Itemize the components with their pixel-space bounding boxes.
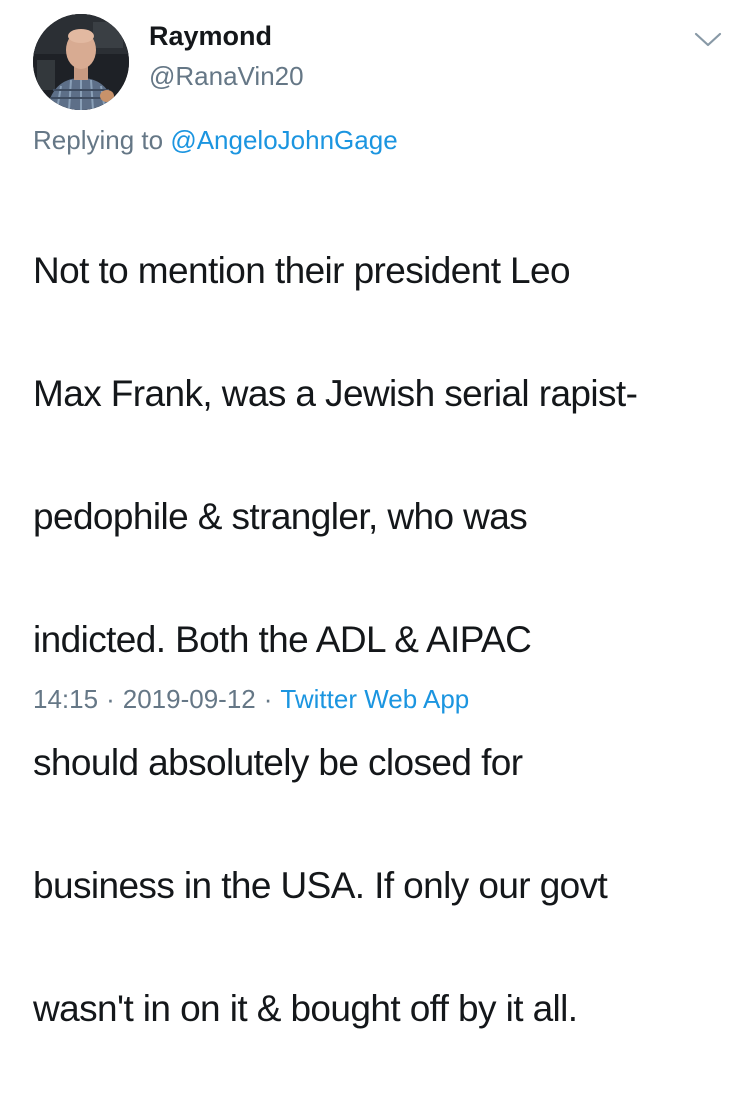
tweet-text-line: wasn't in on it & bought off by it all. <box>33 987 578 1029</box>
tweet-date[interactable]: 2019-09-12 <box>123 684 256 714</box>
tweet-text-line: business in the USA. If only our govt <box>33 864 608 906</box>
reply-mention-link[interactable]: @AngeloJohnGage <box>170 125 397 155</box>
tweet-text-line: Not to mention their president Leo <box>33 249 571 291</box>
tweet-text-line: indicted. Both the ADL & AIPAC <box>33 618 532 660</box>
avatar[interactable] <box>33 14 129 110</box>
chevron-down-icon[interactable] <box>692 26 724 50</box>
tweet-time[interactable]: 14:15 <box>33 684 98 714</box>
tweet-text-line: pedophile & strangler, who was <box>33 495 528 537</box>
meta-separator: · <box>263 684 273 714</box>
author-name[interactable]: Raymond <box>149 20 272 52</box>
replying-to: Replying to @AngeloJohnGage <box>33 122 398 158</box>
tweet-text: Not to mention their president Leo Max F… <box>33 178 733 1101</box>
meta-separator: · <box>106 684 115 714</box>
tweet-text-line: Max Frank, was a Jewish serial rapist- <box>33 372 638 414</box>
avatar-image <box>33 14 129 110</box>
tweet-meta: 14:15 · 2019-09-12 · Twitter Web App <box>33 681 469 717</box>
tweet-source-link[interactable]: Twitter Web App <box>280 684 469 714</box>
author-handle[interactable]: @RanaVin20 <box>149 60 304 92</box>
tweet-card: Raymond @RanaVin20 Replying to @AngeloJo… <box>0 0 750 1029</box>
replying-to-label: Replying to <box>33 125 164 155</box>
